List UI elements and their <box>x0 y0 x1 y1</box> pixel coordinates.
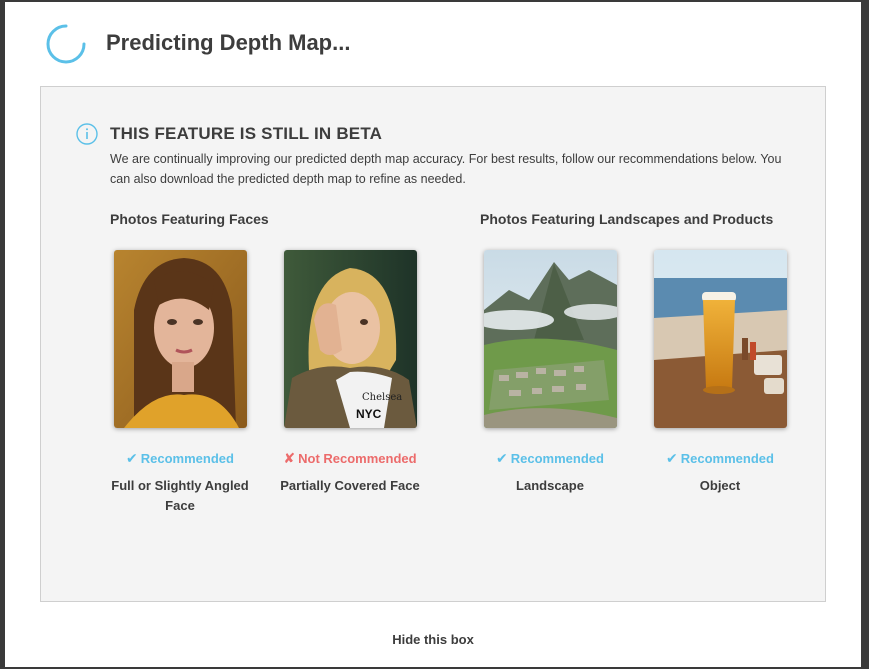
loading-spinner-icon <box>46 24 86 64</box>
object-photo <box>653 250 787 428</box>
status-recommended: ✔ Recommended <box>666 450 774 466</box>
status-recommended: ✔ Recommended <box>126 450 234 466</box>
beta-heading: THIS FEATURE IS STILL IN BETA <box>110 124 383 143</box>
card-caption: Object <box>699 478 741 493</box>
modal-header: Predicting Depth Map... <box>5 2 861 86</box>
covered-face-photo: Chelsea NYC <box>283 250 417 428</box>
example-card-full-face: ✔ Recommended Full or Slightly Angled Fac… <box>95 250 265 516</box>
landscape-photo <box>483 250 617 428</box>
hide-box-link[interactable]: Hide this box <box>5 632 861 647</box>
landscapes-group-title: Photos Featuring Landscapes and Products <box>480 211 774 227</box>
modal-title: Predicting Depth Map... <box>106 30 351 55</box>
depth-map-modal: Predicting Depth Map... THIS FEATURE IS … <box>5 2 861 667</box>
example-card-object: ✔ Recommended Object <box>635 250 805 496</box>
beta-description: We are continually improving our predict… <box>110 152 782 186</box>
example-card-covered-face: Chelsea NYC ✘ Not Recommended Partially C… <box>265 250 435 496</box>
beta-info-panel: THIS FEATURE IS STILL IN BETA We are con… <box>40 86 826 602</box>
svg-text:NYC: NYC <box>356 407 382 421</box>
portrait-photo <box>113 250 247 428</box>
card-caption: Landscape <box>516 478 584 493</box>
faces-group-title: Photos Featuring Faces <box>110 211 269 227</box>
status-not-recommended: ✘ Not Recommended <box>283 450 417 466</box>
card-caption: Full or Slightly Angled Face <box>111 478 249 513</box>
example-card-landscape: ✔ Recommended Landscape <box>465 250 635 496</box>
card-caption: Partially Covered Face <box>280 478 420 493</box>
svg-text:Chelsea: Chelsea <box>362 392 402 403</box>
info-icon <box>76 123 98 145</box>
status-recommended: ✔ Recommended <box>496 450 604 466</box>
